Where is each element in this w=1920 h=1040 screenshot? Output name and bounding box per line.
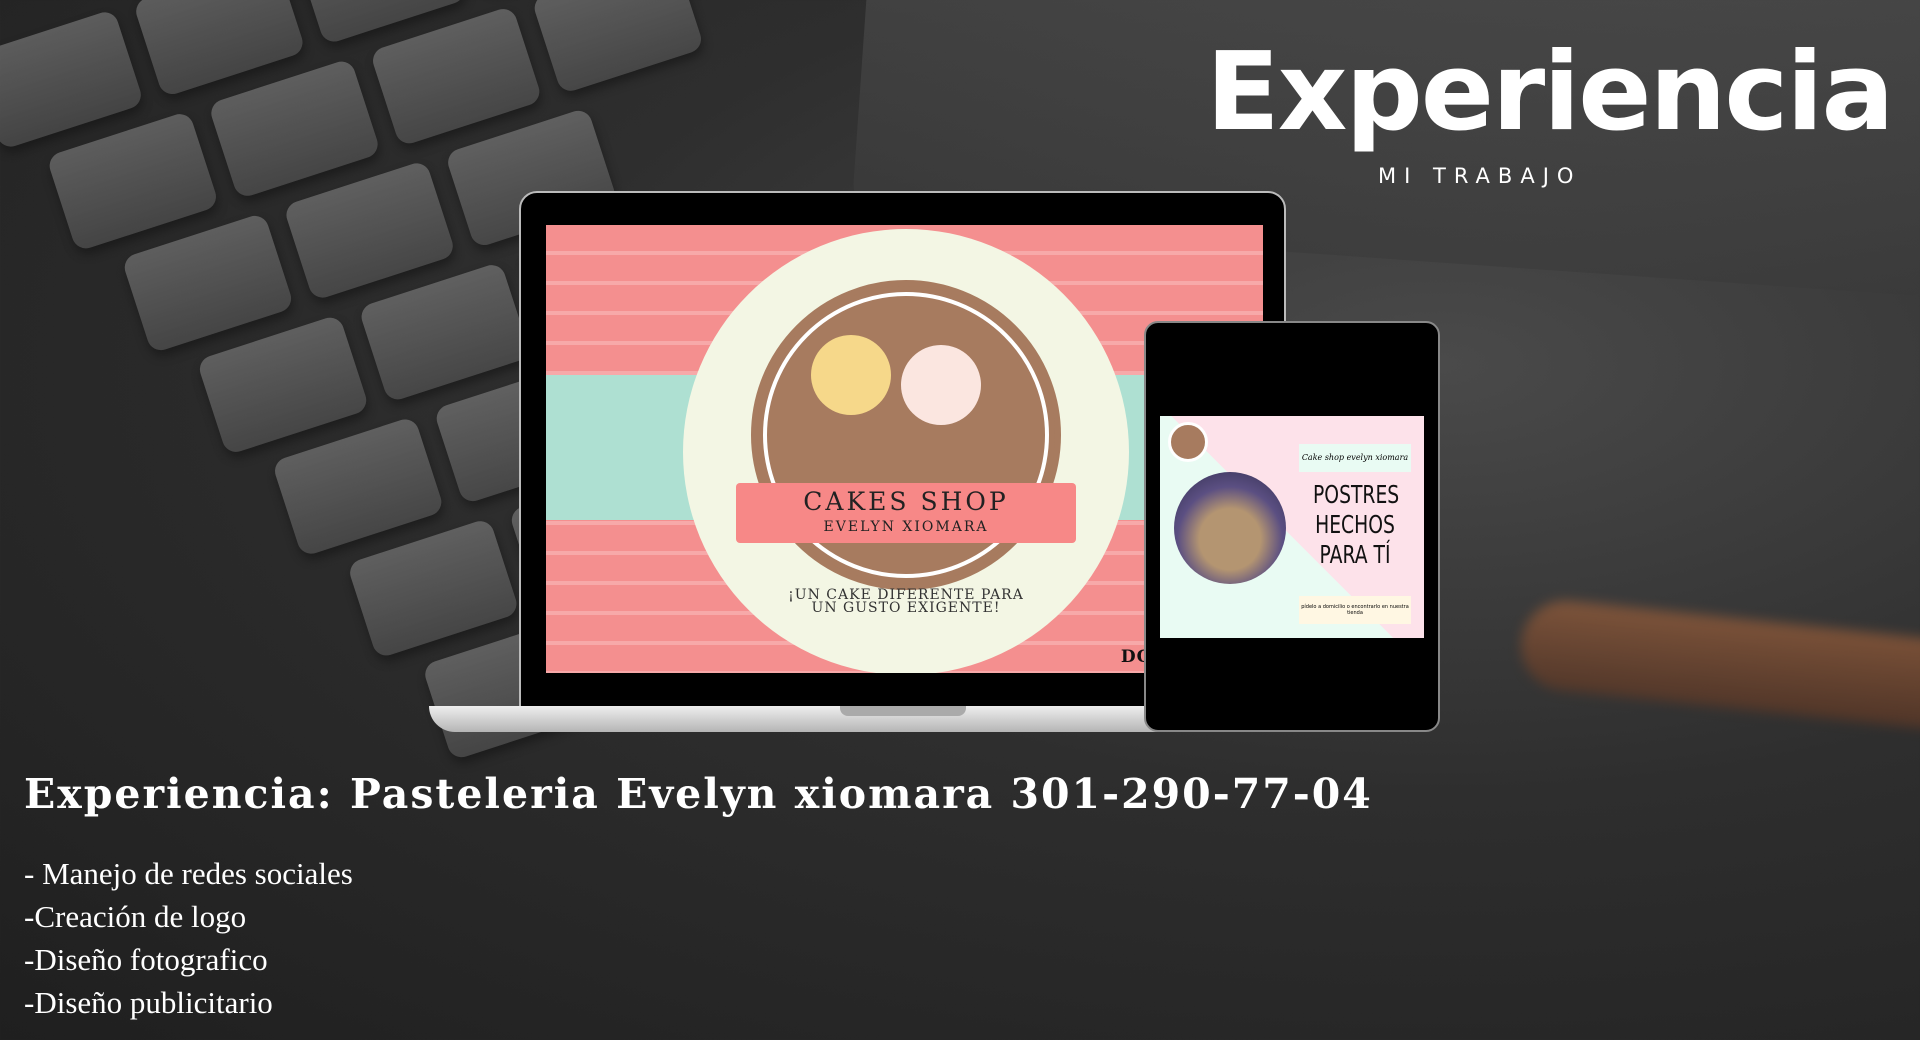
page-title: Experiencia — [1206, 30, 1894, 155]
experience-list: - Manejo de redes sociales -Creación de … — [24, 852, 353, 1024]
logo-circle — [751, 280, 1061, 590]
list-item: -Diseño publicitario — [24, 985, 273, 1020]
brand-name: CAKES SHOP — [803, 487, 1009, 516]
logo-ribbon: CAKES SHOP EVELYN XIOMARA — [736, 483, 1076, 543]
chef-illustration — [901, 345, 981, 425]
logo-thumbnail — [1168, 422, 1208, 462]
slogan: ¡UN CAKE DIFERENTE PARA UN GUSTO EXIGENT… — [786, 588, 1026, 616]
headline-line: POSTRES — [1313, 480, 1400, 509]
headline-line: HECHOS — [1315, 510, 1395, 539]
cake-photo — [1174, 472, 1286, 584]
list-item: -Creación de logo — [24, 899, 247, 934]
chef-illustration — [811, 335, 891, 415]
list-item: -Diseño fotografico — [24, 942, 268, 977]
background-pen — [1516, 596, 1920, 734]
tablet-tagline: Cake shop evelyn xiomara — [1299, 444, 1411, 472]
headline-line: PARA TÍ — [1319, 540, 1391, 569]
tablet-mockup: Cake shop evelyn xiomara POSTRES HECHOS … — [1144, 321, 1440, 732]
owner-name: EVELYN XIOMARA — [823, 519, 989, 535]
list-item: - Manejo de redes sociales — [24, 856, 353, 891]
tablet-screen: Cake shop evelyn xiomara POSTRES HECHOS … — [1160, 416, 1424, 638]
slogan-line: UN GUSTO EXIGENTE! — [811, 600, 1001, 616]
experience-heading: Experiencia: Pasteleria Evelyn xiomara 3… — [24, 770, 1373, 818]
tablet-headline: POSTRES HECHOS PARA TÍ — [1313, 480, 1400, 570]
tablet-footer: pídelo a domicilio o encontrarlo en nues… — [1299, 596, 1411, 624]
page-subtitle: MI TRABAJO — [1378, 164, 1582, 188]
